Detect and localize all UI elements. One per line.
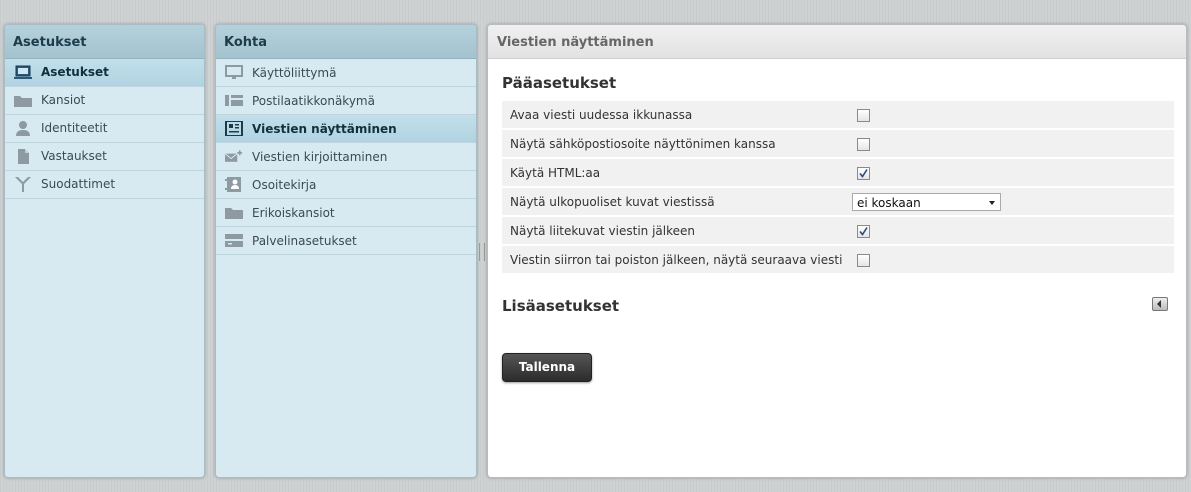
- option-row: Näytä liitekuvat viestin jälkeen: [502, 217, 1174, 244]
- show-attachment-images-checkbox[interactable]: [857, 224, 870, 238]
- expand-toggle-icon[interactable]: [1152, 297, 1168, 311]
- monitor-icon: [14, 65, 32, 79]
- checkmark-icon: [859, 168, 868, 178]
- checkmark-icon: [859, 226, 868, 236]
- external-images-select[interactable]: ei koskaan: [852, 192, 1001, 211]
- items-header: Kohta: [216, 25, 476, 59]
- option-label: Viestin siirron tai poiston jälkeen, näy…: [502, 246, 852, 273]
- item-label: Osoitekirja: [252, 178, 317, 192]
- item-palvelinasetukset[interactable]: Palvelinasetukset: [216, 227, 476, 255]
- option-row: Käytä HTML:aa: [502, 159, 1174, 186]
- server-icon: [225, 234, 243, 247]
- person-icon: [16, 121, 30, 136]
- option-label: Käytä HTML:aa: [502, 159, 852, 186]
- advanced-settings-title[interactable]: Lisäasetukset: [502, 297, 619, 315]
- show-next-message-checkbox[interactable]: [857, 253, 870, 267]
- section-item-identiteetit[interactable]: Identiteetit: [5, 115, 204, 143]
- section-item-kansiot[interactable]: Kansiot: [5, 87, 204, 115]
- item-erikoiskansiot[interactable]: Erikoiskansiot: [216, 199, 476, 227]
- display-icon: [225, 65, 243, 79]
- mailbox-view-icon: [225, 95, 243, 106]
- item-label: Viestien kirjoittaminen: [252, 150, 388, 164]
- panel-splitter[interactable]: [479, 243, 485, 261]
- item-kayttoliittyma[interactable]: Käyttöliittymä: [216, 59, 476, 87]
- section-item-label: Asetukset: [41, 65, 109, 79]
- main-settings-title: Pääasetukset: [502, 74, 617, 92]
- item-viestien-nayttaminen[interactable]: Viestien näyttäminen: [216, 115, 476, 143]
- item-viestien-kirjoittaminen[interactable]: Viestien kirjoittaminen: [216, 143, 476, 171]
- option-label: Näytä sähköpostiosoite näyttönimen kanss…: [502, 130, 852, 157]
- use-html-checkbox[interactable]: [857, 166, 870, 180]
- filter-icon: [15, 177, 31, 192]
- special-folder-icon: [225, 208, 243, 219]
- section-item-asetukset[interactable]: Asetukset: [5, 59, 204, 87]
- sections-header: Asetukset: [5, 25, 204, 59]
- content-title: Viestien näyttäminen: [488, 25, 1186, 59]
- message-view-icon: [225, 121, 243, 136]
- option-label: Avaa viesti uudessa ikkunassa: [502, 101, 852, 128]
- item-label: Palvelinasetukset: [252, 234, 357, 248]
- options-table: Avaa viesti uudessa ikkunassa Näytä sähk…: [502, 99, 1174, 275]
- section-item-suodattimet[interactable]: Suodattimet: [5, 171, 204, 199]
- save-button[interactable]: Tallenna: [502, 353, 592, 382]
- option-row: Avaa viesti uudessa ikkunassa: [502, 101, 1174, 128]
- option-label: Näytä ulkopuoliset kuvat viestissä: [502, 188, 852, 215]
- item-label: Viestien näyttäminen: [252, 122, 397, 136]
- section-item-label: Suodattimet: [41, 177, 116, 191]
- select-value: ei koskaan: [857, 195, 921, 210]
- open-new-window-checkbox[interactable]: [857, 108, 870, 122]
- section-item-label: Identiteetit: [41, 121, 108, 135]
- items-panel: Kohta Käyttöliittymä Postilaatikkonäkymä…: [215, 24, 477, 478]
- addressbook-icon: [225, 177, 241, 192]
- compose-icon: [225, 150, 243, 162]
- show-email-address-checkbox[interactable]: [857, 137, 870, 151]
- section-item-label: Kansiot: [41, 93, 86, 107]
- section-item-vastaukset[interactable]: Vastaukset: [5, 143, 204, 171]
- section-item-label: Vastaukset: [41, 149, 107, 163]
- item-label: Käyttöliittymä: [252, 66, 337, 80]
- content-panel: Viestien näyttäminen Pääasetukset Avaa v…: [487, 24, 1187, 478]
- folder-icon: [14, 96, 32, 107]
- option-label: Näytä liitekuvat viestin jälkeen: [502, 217, 852, 244]
- option-row: Näytä ulkopuoliset kuvat viestissä ei ko…: [502, 188, 1174, 215]
- sections-panel: Asetukset Asetukset Kansiot Identiteetit…: [4, 24, 205, 478]
- document-icon: [18, 149, 29, 164]
- option-row: Viestin siirron tai poiston jälkeen, näy…: [502, 246, 1174, 273]
- item-postilaatikkonakyma[interactable]: Postilaatikkonäkymä: [216, 87, 476, 115]
- item-osoitekirja[interactable]: Osoitekirja: [216, 171, 476, 199]
- chevron-down-icon: [989, 200, 995, 205]
- option-row: Näytä sähköpostiosoite näyttönimen kanss…: [502, 130, 1174, 157]
- item-label: Erikoiskansiot: [252, 206, 335, 220]
- item-label: Postilaatikkonäkymä: [252, 94, 375, 108]
